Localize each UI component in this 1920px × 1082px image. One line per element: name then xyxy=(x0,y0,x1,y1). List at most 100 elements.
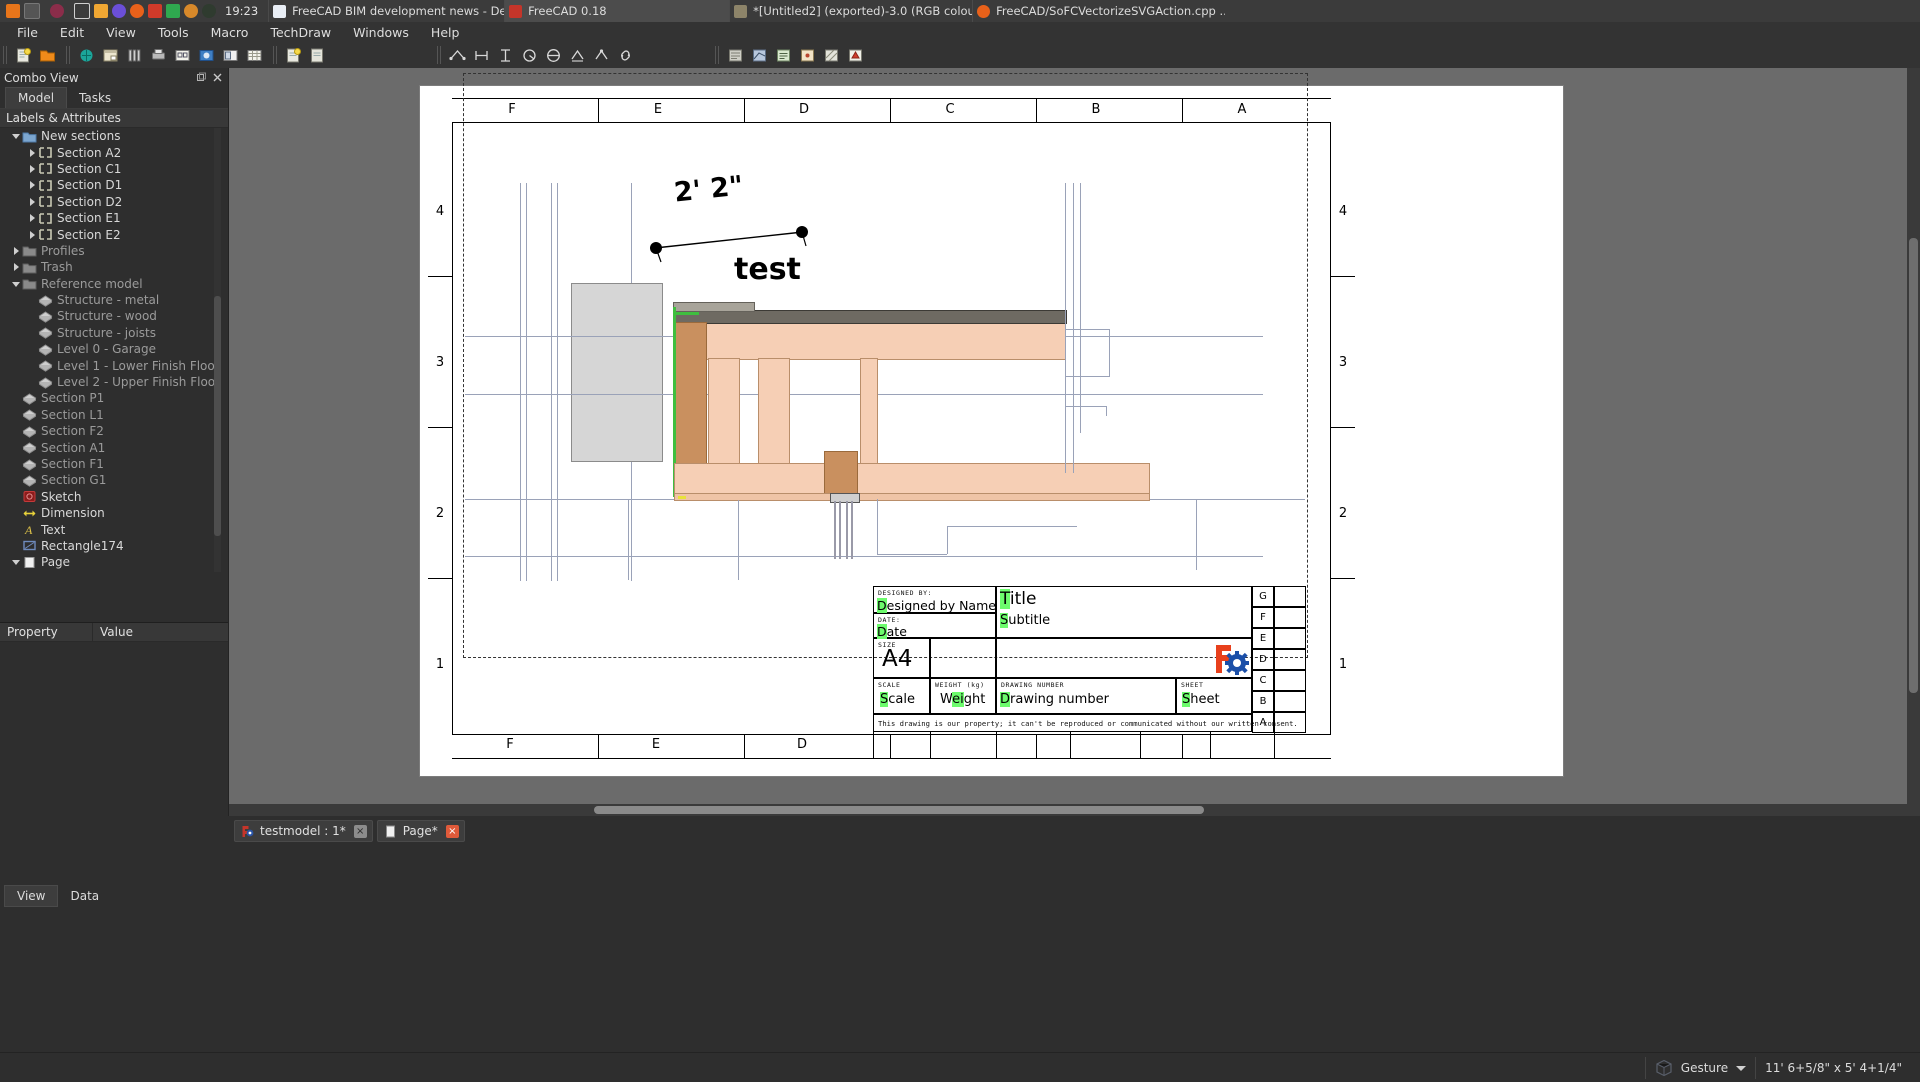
document-tab-testmodel[interactable]: testmodel : 1* × xyxy=(234,820,373,842)
dimension-extent-icon[interactable] xyxy=(566,44,588,66)
tree-item-new-sections[interactable]: New sections xyxy=(0,128,214,144)
tree-item-reference-model[interactable]: Reference model xyxy=(0,276,214,292)
size-value[interactable]: A4 xyxy=(882,646,912,672)
launcher-dark-icon[interactable] xyxy=(202,4,216,18)
active-view-icon[interactable] xyxy=(195,44,217,66)
chevron-right-icon[interactable] xyxy=(26,145,38,161)
tree-item-section-p1[interactable]: Section P1 xyxy=(0,390,214,406)
menu-macro[interactable]: Macro xyxy=(200,23,260,42)
close-icon[interactable] xyxy=(211,71,224,84)
taskbar-window-2[interactable]: *[Untitled2] (exported)-3.0 (RGB colour.… xyxy=(729,0,972,22)
tree-item-section-c1[interactable]: Section C1 xyxy=(0,161,214,177)
date-value[interactable]: Date xyxy=(877,624,907,639)
text-annotation[interactable]: test xyxy=(734,252,801,287)
tree-item-section-f2[interactable]: Section F2 xyxy=(0,423,214,439)
launcher-draw-icon[interactable] xyxy=(166,4,180,18)
dimension-angle-icon[interactable] xyxy=(542,44,564,66)
tree-item-structure-joists[interactable]: Structure - joists xyxy=(0,325,214,341)
redraw-page-icon[interactable] xyxy=(123,44,145,66)
chevron-down-icon[interactable] xyxy=(10,554,22,570)
chevron-right-icon[interactable] xyxy=(26,161,38,177)
dimension-repair-icon[interactable] xyxy=(590,44,612,66)
tab-view[interactable]: View xyxy=(4,885,58,907)
menu-help[interactable]: Help xyxy=(420,23,471,42)
tree-item-section-d1[interactable]: Section D1 xyxy=(0,177,214,193)
tree-item-level-2-upper-finish-floor[interactable]: Level 2 - Upper Finish Floor xyxy=(0,374,214,390)
toolbar-grip-stack[interactable] xyxy=(273,46,278,64)
tree-item-dimension[interactable]: Dimension xyxy=(0,505,214,521)
annotation-icon[interactable] xyxy=(724,44,746,66)
weight-value[interactable]: Weight xyxy=(940,692,985,707)
tree-item-rectangle174[interactable]: Rectangle174 xyxy=(0,538,214,554)
open-document-icon[interactable] xyxy=(36,44,58,66)
taskbar-window-3[interactable]: FreeCAD/SoFCVectorizeSVGAction.cpp ... xyxy=(972,0,1225,22)
print-page-icon[interactable] xyxy=(147,44,169,66)
document-tab-page[interactable]: Page* × xyxy=(377,820,465,842)
tree-item-section-l1[interactable]: Section L1 xyxy=(0,407,214,423)
launcher-window-icon[interactable] xyxy=(74,3,90,19)
view-insert-icon[interactable] xyxy=(171,44,193,66)
leaderline-icon[interactable] xyxy=(748,44,770,66)
mdi-vertical-scrollbar-thumb[interactable] xyxy=(1909,238,1918,693)
chevron-right-icon[interactable] xyxy=(10,259,22,275)
tree-item-section-d2[interactable]: Section D2 xyxy=(0,194,214,210)
tree-item-section-f1[interactable]: Section F1 xyxy=(0,456,214,472)
float-icon[interactable] xyxy=(195,71,208,84)
tree-item-section-a2[interactable]: Section A2 xyxy=(0,144,214,160)
rich-text-icon[interactable] xyxy=(772,44,794,66)
tab-model[interactable]: Model xyxy=(5,87,67,108)
title-value[interactable]: Title xyxy=(1000,589,1036,609)
scale-value[interactable]: Scale xyxy=(880,692,915,707)
projection-group-icon[interactable] xyxy=(219,44,241,66)
designed-by-value[interactable]: Designed by Name xyxy=(877,598,996,613)
tree-item-level-0-garage[interactable]: Level 0 - Garage xyxy=(0,341,214,357)
taskbar-window-0[interactable]: FreeCAD BIM development news - Dec... xyxy=(268,0,504,22)
tree-item-section-a1[interactable]: Section A1 xyxy=(0,439,214,455)
launcher-at-icon[interactable] xyxy=(50,4,64,18)
app-menu-icon[interactable] xyxy=(6,4,20,18)
tab-data[interactable]: Data xyxy=(58,886,111,906)
launcher-firefox-icon[interactable] xyxy=(130,4,144,18)
mdi-horizontal-scrollbar[interactable] xyxy=(229,804,1920,816)
tree-item-text[interactable]: AText xyxy=(0,521,214,537)
sheet-value[interactable]: Sheet xyxy=(1182,692,1220,707)
subtitle-value[interactable]: Subtitle xyxy=(1000,613,1050,628)
chevron-right-icon[interactable] xyxy=(26,210,38,226)
menu-edit[interactable]: Edit xyxy=(49,23,95,42)
mdi-vertical-scrollbar[interactable] xyxy=(1907,68,1920,815)
tree-scrollbar-thumb[interactable] xyxy=(214,296,221,536)
tree-item-section-e1[interactable]: Section E1 xyxy=(0,210,214,226)
close-icon[interactable]: × xyxy=(354,825,367,838)
symbol-icon[interactable] xyxy=(844,44,866,66)
menu-view[interactable]: View xyxy=(95,23,147,42)
tree-item-level-1-lower-finish-floor[interactable]: Level 1 - Lower Finish Floor xyxy=(0,357,214,373)
hatch-icon[interactable] xyxy=(820,44,842,66)
tree-item-section-e2[interactable]: Section E2 xyxy=(0,226,214,242)
new-document-icon[interactable] xyxy=(12,44,34,66)
launcher-browser-icon[interactable] xyxy=(112,4,126,18)
launcher-files-icon[interactable] xyxy=(94,4,108,18)
dimension-radius-icon[interactable] xyxy=(518,44,540,66)
launcher-blender-icon[interactable] xyxy=(184,4,198,18)
tree-item-structure-metal[interactable]: Structure - metal xyxy=(0,292,214,308)
stack-bottom-icon[interactable] xyxy=(306,44,328,66)
tree-item-page[interactable]: Page xyxy=(0,554,214,570)
launcher-freecad-icon[interactable] xyxy=(148,4,162,18)
toolbar-grip-dims[interactable] xyxy=(437,46,442,64)
tree-item-profiles[interactable]: Profiles xyxy=(0,243,214,259)
drawing-sheet[interactable]: F E D C B A F E D 4 3 2 1 4 3 2 1 xyxy=(419,85,1564,777)
toolbar-grip-pages[interactable] xyxy=(66,46,71,64)
chevron-down-icon[interactable] xyxy=(10,276,22,292)
tree-item-sketch[interactable]: Sketch xyxy=(0,489,214,505)
taskbar-window-1[interactable]: FreeCAD 0.18 xyxy=(504,0,729,22)
chevron-down-icon[interactable] xyxy=(10,128,22,144)
dimension-diameter-icon[interactable] xyxy=(446,44,468,66)
chevron-right-icon[interactable] xyxy=(26,227,38,243)
menu-techdraw[interactable]: TechDraw xyxy=(259,23,342,42)
chevron-right-icon[interactable] xyxy=(26,177,38,193)
close-icon[interactable]: × xyxy=(446,825,459,838)
titleblock-blank-cell[interactable] xyxy=(930,638,996,678)
dimension-horizontal-icon[interactable] xyxy=(470,44,492,66)
page-default-icon[interactable] xyxy=(75,44,97,66)
menu-tools[interactable]: Tools xyxy=(147,23,200,42)
